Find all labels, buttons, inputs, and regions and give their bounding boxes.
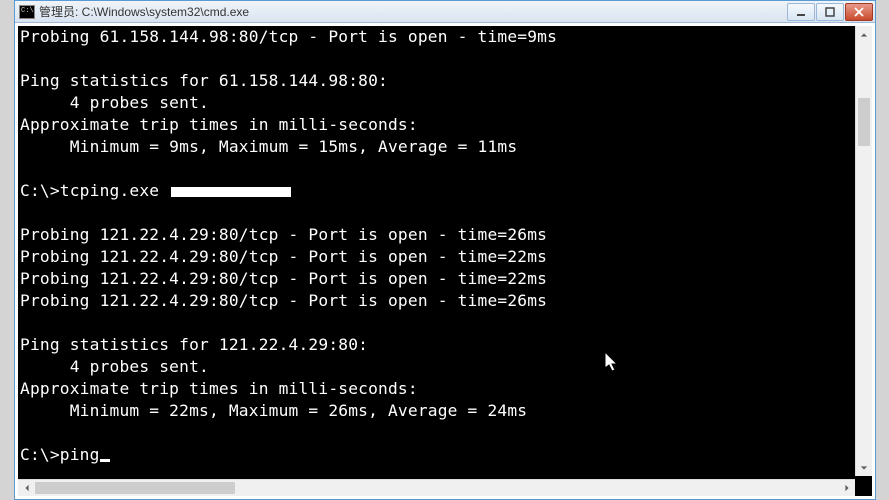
- terminal-line: Probing 61.158.144.98:80/tcp - Port is o…: [20, 26, 870, 48]
- window-buttons: [786, 3, 873, 21]
- hscroll-track[interactable]: [35, 480, 838, 496]
- scroll-left-button[interactable]: [18, 480, 35, 496]
- cmd-window: 管理员: C:\Windows\system32\cmd.exe Probing…: [14, 0, 876, 500]
- minimize-button[interactable]: [787, 3, 815, 21]
- chevron-left-icon: [23, 484, 31, 492]
- window-title: 管理员: C:\Windows\system32\cmd.exe: [39, 3, 786, 20]
- terminal-line: Minimum = 22ms, Maximum = 26ms, Average …: [20, 400, 870, 422]
- scroll-right-button[interactable]: [838, 480, 855, 496]
- vscroll-thumb[interactable]: [858, 98, 870, 146]
- chevron-up-icon: [860, 31, 868, 39]
- horizontal-scrollbar[interactable]: [18, 479, 855, 496]
- terminal-line: [20, 48, 870, 70]
- chevron-down-icon: [860, 464, 868, 472]
- chevron-right-icon: [843, 484, 851, 492]
- terminal-line: Probing 121.22.4.29:80/tcp - Port is ope…: [20, 246, 870, 268]
- terminal-output[interactable]: Probing 61.158.144.98:80/tcp - Port is o…: [18, 26, 872, 496]
- terminal-line: Probing 121.22.4.29:80/tcp - Port is ope…: [20, 224, 870, 246]
- terminal-cursor: [100, 459, 110, 462]
- titlebar[interactable]: 管理员: C:\Windows\system32\cmd.exe: [15, 1, 875, 23]
- terminal-line: Approximate trip times in milli-seconds:: [20, 114, 870, 136]
- maximize-icon: [825, 7, 835, 17]
- terminal-line: [20, 422, 870, 444]
- cmd-icon: [19, 5, 35, 19]
- terminal-line: [20, 312, 870, 334]
- scroll-down-button[interactable]: [856, 459, 872, 476]
- vscroll-track[interactable]: [856, 43, 872, 459]
- terminal-line: [20, 158, 870, 180]
- terminal-area: Probing 61.158.144.98:80/tcp - Port is o…: [15, 23, 875, 499]
- terminal-line: C:\>ping: [20, 444, 870, 466]
- terminal-line: Minimum = 9ms, Maximum = 15ms, Average =…: [20, 136, 870, 158]
- minimize-icon: [796, 7, 806, 17]
- terminal-line: 4 probes sent.: [20, 92, 870, 114]
- terminal-line: C:\>tcping.exe: [20, 180, 870, 202]
- terminal-line: Ping statistics for 61.158.144.98:80:: [20, 70, 870, 92]
- terminal-line: Ping statistics for 121.22.4.29:80:: [20, 334, 870, 356]
- close-icon: [854, 7, 864, 17]
- terminal-line: Approximate trip times in milli-seconds:: [20, 378, 870, 400]
- terminal-line: Probing 121.22.4.29:80/tcp - Port is ope…: [20, 268, 870, 290]
- terminal-line: [20, 202, 870, 224]
- scroll-up-button[interactable]: [856, 26, 872, 43]
- redacted-text: [171, 187, 291, 197]
- maximize-button[interactable]: [816, 3, 844, 21]
- close-button[interactable]: [845, 3, 873, 21]
- hscroll-thumb[interactable]: [35, 482, 235, 494]
- terminal-line: Probing 121.22.4.29:80/tcp - Port is ope…: [20, 290, 870, 312]
- terminal-line: 4 probes sent.: [20, 356, 870, 378]
- vertical-scrollbar[interactable]: [855, 26, 872, 476]
